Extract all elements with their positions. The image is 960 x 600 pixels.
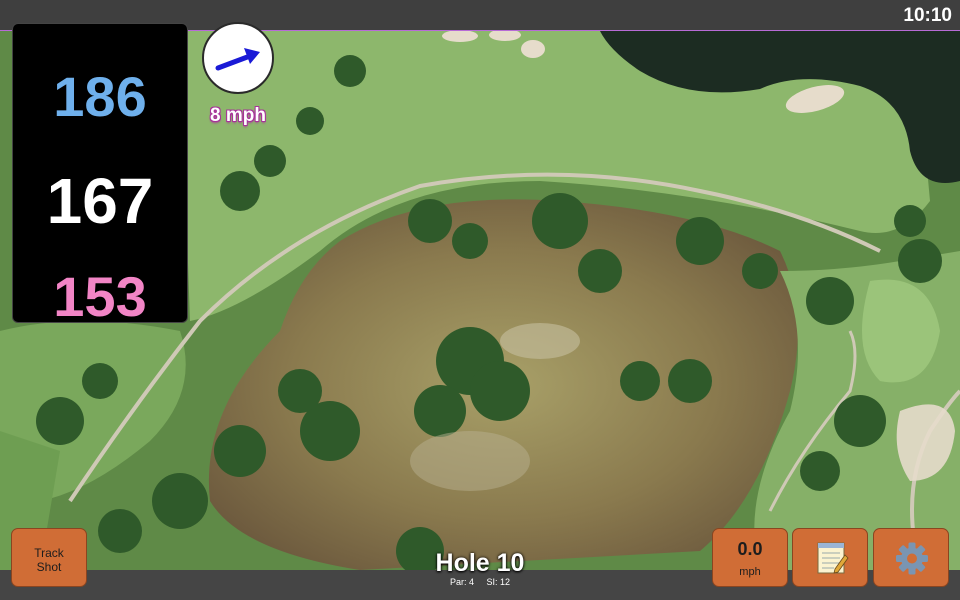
hole-title: Hole 10 (435, 549, 525, 577)
back-distance: 186 (53, 65, 147, 128)
front-distance: 153 (53, 265, 147, 328)
wind-speed-button[interactable]: 0.0 mph (712, 528, 788, 587)
track-shot-button[interactable]: Track Shot (11, 528, 87, 587)
wind-arrow-icon (215, 48, 260, 71)
clock: 10:10 (903, 5, 952, 26)
settings-button[interactable] (873, 528, 949, 587)
notes-button[interactable] (792, 528, 868, 587)
hole-info: Par: 4 SI: 12 (380, 577, 580, 587)
center-distance: 167 (46, 165, 154, 237)
track-shot-label-line1: Track (34, 546, 64, 560)
distance-panel: 186 167 153 (12, 23, 188, 328)
wind-direction-dial (202, 22, 274, 94)
wind-speed-value: 0.0 (737, 539, 763, 559)
wind-speed-label: 8 mph (210, 105, 266, 126)
track-shot-label-line2: Shot (36, 560, 62, 574)
gear-icon (896, 542, 928, 575)
hole-stroke-index: SI: 12 (486, 577, 511, 587)
wind-speed-unit: mph (739, 566, 761, 578)
notepad-icon (817, 542, 849, 574)
hole-par: Par: 4 (449, 577, 474, 587)
